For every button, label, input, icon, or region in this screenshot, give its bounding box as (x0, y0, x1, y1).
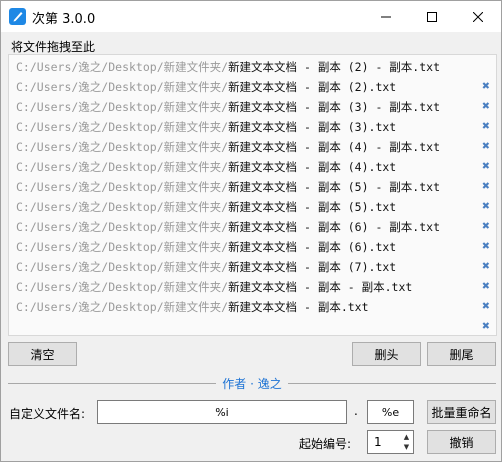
remove-file-icon[interactable]: ✖ (480, 317, 492, 337)
undo-button[interactable]: 撤销 (427, 430, 496, 454)
start-number-spinner[interactable]: 1 ▲ ▼ (367, 430, 414, 454)
minimize-icon (381, 16, 391, 17)
file-row: C:/Users/逸之/Desktop/新建文件夹/新建文本文档 - 副本 (5… (16, 197, 490, 234)
file-name: 新建文本文档 - 副本 (4).txt (228, 160, 397, 174)
file-path: C:/Users/逸之/Desktop/新建文件夹/ (16, 80, 229, 94)
close-button[interactable] (455, 1, 501, 32)
file-path: C:/Users/逸之/Desktop/新建文件夹/ (16, 120, 229, 134)
drop-zone-label: 将文件拖拽至此 (11, 40, 96, 54)
author-credit: 作者 · 逸之 (1, 375, 502, 392)
file-name: 新建文本文档 - 副本 (7).txt (228, 260, 397, 274)
file-drop-list[interactable]: C:/Users/逸之/Desktop/新建文件夹/新建文本文档 - 副本 (2… (8, 54, 497, 336)
file-row: C:/Users/逸之/Desktop/新建文件夹/新建文本文档 - 副本 (4… (16, 157, 490, 194)
file-path: C:/Users/逸之/Desktop/新建文件夹/ (16, 100, 229, 114)
file-name: 新建文本文档 - 副本 - 副本.txt (228, 280, 413, 294)
file-row: C:/Users/逸之/Desktop/新建文件夹/新建文本文档 - 副本.tx… (16, 297, 490, 334)
minimize-button[interactable] (363, 1, 409, 32)
trim-head-button[interactable]: 删头 (352, 342, 421, 366)
file-name: 新建文本文档 - 副本 (2).txt (228, 80, 397, 94)
file-name: 新建文本文档 - 副本 (6) - 副本.txt (228, 220, 440, 234)
file-row: C:/Users/逸之/Desktop/新建文件夹/新建文本文档 - 副本 (6… (16, 217, 490, 254)
clear-button[interactable]: 清空 (8, 342, 77, 366)
file-row: C:/Users/逸之/Desktop/新建文件夹/新建文本文档 - 副本 (3… (16, 97, 490, 134)
title-bar[interactable]: 次第 3.0.0 (1, 1, 501, 32)
close-icon (473, 11, 483, 22)
file-path: C:/Users/逸之/Desktop/新建文件夹/ (16, 160, 229, 174)
window-title: 次第 3.0.0 (32, 12, 96, 27)
file-name: 新建文本文档 - 副本 (2) - 副本.txt (228, 60, 440, 74)
batch-rename-button[interactable]: 批量重命名 (427, 400, 496, 424)
trim-tail-button[interactable]: 删尾 (427, 342, 496, 366)
extension-pattern-input[interactable]: %e (367, 400, 414, 424)
app-window: 次第 3.0.0 将文件拖拽至此 C:/Users/逸之/Desktop/新建文… (0, 0, 502, 462)
file-name: 新建文本文档 - 副本 (6).txt (228, 240, 397, 254)
file-name: 新建文本文档 - 副本 (4) - 副本.txt (228, 140, 440, 154)
start-number-label: 起始编号: (299, 437, 352, 451)
file-path: C:/Users/逸之/Desktop/新建文件夹/ (16, 220, 229, 234)
file-row: C:/Users/逸之/Desktop/新建文件夹/新建文本文档 - 副本 (3… (16, 117, 490, 154)
file-path: C:/Users/逸之/Desktop/新建文件夹/ (16, 180, 229, 194)
file-row: C:/Users/逸之/Desktop/新建文件夹/新建文本文档 - 副本 - … (16, 277, 490, 314)
file-path: C:/Users/逸之/Desktop/新建文件夹/ (16, 300, 229, 314)
file-path: C:/Users/逸之/Desktop/新建文件夹/ (16, 200, 229, 214)
file-name: 新建文本文档 - 副本 (5).txt (228, 200, 397, 214)
file-name: 新建文本文档 - 副本 (3).txt (228, 120, 397, 134)
spinner-up-icon[interactable]: ▲ (401, 432, 412, 442)
author-text: 作者 · 逸之 (216, 377, 288, 391)
file-path: C:/Users/逸之/Desktop/新建文件夹/ (16, 60, 229, 74)
file-path: C:/Users/逸之/Desktop/新建文件夹/ (16, 280, 229, 294)
file-path: C:/Users/逸之/Desktop/新建文件夹/ (16, 260, 229, 274)
file-name: 新建文本文档 - 副本 (3) - 副本.txt (228, 100, 440, 114)
file-name: 新建文本文档 - 副本 (5) - 副本.txt (228, 180, 440, 194)
file-path: C:/Users/逸之/Desktop/新建文件夹/ (16, 140, 229, 154)
file-path: C:/Users/逸之/Desktop/新建文件夹/ (16, 240, 229, 254)
file-row: C:/Users/逸之/Desktop/新建文件夹/新建文本文档 - 副本 (6… (16, 237, 490, 274)
file-row: C:/Users/逸之/Desktop/新建文件夹/新建文本文档 - 副本 (7… (16, 257, 490, 294)
maximize-button[interactable] (409, 1, 455, 32)
spinner-down-icon[interactable]: ▼ (401, 442, 412, 452)
maximize-icon (427, 11, 437, 22)
file-row: C:/Users/逸之/Desktop/新建文件夹/新建文本文档 - 副本 (2… (16, 57, 490, 94)
custom-filename-label: 自定义文件名: (9, 407, 86, 421)
file-row: C:/Users/逸之/Desktop/新建文件夹/新建文本文档 - 副本 (4… (16, 137, 490, 174)
extension-dot: . (354, 404, 358, 418)
file-row: C:/Users/逸之/Desktop/新建文件夹/新建文本文档 - 副本 (5… (16, 177, 490, 214)
filename-pattern-input[interactable]: %i (97, 400, 347, 424)
file-row: C:/Users/逸之/Desktop/新建文件夹/新建文本文档 - 副本 (2… (16, 77, 490, 114)
start-number-value: 1 (374, 435, 382, 449)
file-name: 新建文本文档 - 副本.txt (228, 300, 369, 314)
app-logo-icon (9, 8, 26, 25)
